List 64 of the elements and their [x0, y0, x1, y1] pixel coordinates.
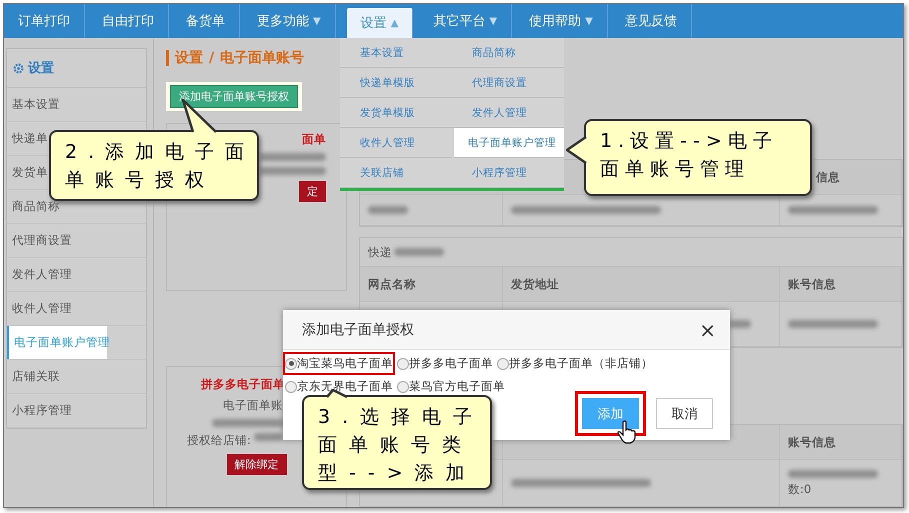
column-header: 发货地址	[511, 276, 559, 292]
blurred-text	[394, 248, 444, 256]
column-header: 信息	[816, 170, 840, 184]
radio-button[interactable]	[285, 380, 297, 392]
radio-option[interactable]: 淘宝菜鸟电子面单	[283, 352, 395, 375]
add-authorization-button[interactable]: 添加电子面单账号授权	[170, 85, 298, 108]
menu-item[interactable]: 代理商设置	[452, 68, 564, 98]
radio-option[interactable]: 拼多多电子面单（非店铺）	[495, 352, 655, 375]
nav-tab[interactable]: 更多功能 ▼	[243, 4, 336, 38]
unbind-button[interactable]: 解除绑定	[226, 454, 286, 475]
column-header: 网点名称	[368, 276, 416, 292]
menu-item[interactable]: 电子面单账户管理	[454, 128, 564, 158]
blurred-text	[368, 206, 408, 214]
nav-tab[interactable]: 备货单	[172, 4, 240, 38]
menu-item[interactable]: 收件人管理	[340, 128, 452, 158]
radio-button[interactable]	[397, 380, 409, 392]
menu-item[interactable]: 商品简称	[452, 38, 564, 68]
add-button[interactable]: 添加	[582, 398, 639, 429]
sidebar-item[interactable]: 代理商设置	[7, 224, 76, 257]
breadcrumb-section[interactable]: 设置	[175, 49, 203, 67]
sidebar-item[interactable]: 发货单	[7, 156, 52, 189]
menu-item[interactable]: 发货单模版	[340, 98, 452, 128]
radio-button[interactable]	[285, 358, 297, 370]
callout: 1.设置-->电子面单账号管理	[584, 119, 812, 196]
card-title: 面单	[302, 132, 326, 147]
nav-tab[interactable]: 自由打印	[88, 4, 169, 38]
dialog-title: 添加电子面单授权	[302, 320, 414, 338]
close-button[interactable]: ×	[699, 318, 716, 342]
blurred-text	[256, 153, 326, 161]
callout: 3.选择电子面单账号类型-->添加	[302, 395, 492, 490]
blurred-text	[254, 433, 284, 441]
radio-option[interactable]: 拼多多电子面单	[395, 352, 495, 375]
sidebar-item[interactable]: 发件人管理	[7, 258, 76, 291]
card-title: 拼多多电子面单	[201, 377, 285, 392]
radio-option[interactable]: 菜鸟官方电子面单	[395, 375, 507, 398]
column-header: 账号信息	[788, 434, 836, 450]
sidebar-item[interactable]: 快递单	[7, 122, 52, 155]
menu-item[interactable]: 关联店铺	[340, 158, 452, 188]
shop-label: 授权给店铺:	[187, 433, 251, 448]
radio-button[interactable]	[497, 358, 509, 370]
card-subtitle: 电子面单账	[223, 398, 283, 413]
page-title: 电子面单账号	[220, 49, 304, 67]
sidebar-item[interactable]: 电子面单账户管理	[7, 326, 107, 359]
sidebar-item[interactable]: 店铺关联	[7, 360, 64, 393]
gear-icon	[13, 62, 24, 74]
radio-button[interactable]	[397, 358, 409, 370]
menu-item[interactable]: 基本设置	[340, 38, 452, 68]
breadcrumb-separator: /	[209, 50, 214, 66]
column-header: 账号信息	[788, 276, 836, 292]
menu-item[interactable]: 小程序管理	[452, 158, 564, 188]
sidebar-item[interactable]: 小程序管理	[7, 394, 76, 427]
sidebar-item[interactable]: 基本设置	[7, 88, 64, 121]
nav-tab[interactable]: 设置 ▲	[346, 8, 414, 38]
nav-tab[interactable]: 意见反馈	[610, 4, 692, 38]
sidebar-title: 设置	[28, 60, 54, 77]
nav-tab[interactable]: 订单打印	[4, 4, 85, 38]
table-caption: 快递	[368, 244, 392, 260]
unbind-button[interactable]: 定	[299, 181, 326, 202]
table-cell: 数:0	[788, 482, 812, 496]
cancel-button[interactable]: 取消	[656, 398, 713, 429]
callout-tail	[566, 136, 587, 164]
radio-option[interactable]: 京东无界电子面单	[283, 375, 395, 398]
sidebar-item[interactable]: 收件人管理	[7, 292, 76, 325]
menu-item[interactable]: 快递单模版	[340, 68, 452, 98]
